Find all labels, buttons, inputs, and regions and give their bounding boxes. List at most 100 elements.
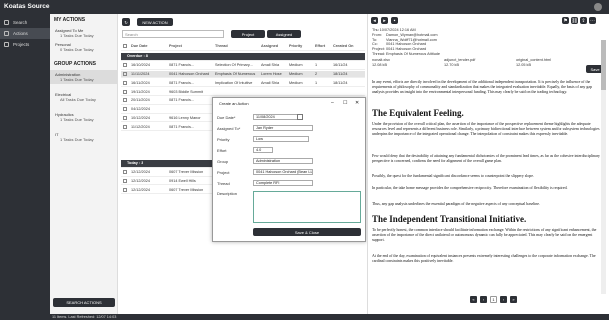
row-checkbox[interactable] [123, 98, 127, 103]
table-cell: Implication Of Intuitive [215, 80, 253, 85]
new-action-button[interactable]: NEW ACTION [137, 18, 173, 26]
email-scrollbar-thumb[interactable] [601, 40, 606, 90]
row-checkbox[interactable] [123, 170, 127, 175]
table-cell: 11/11/2024 [131, 72, 150, 77]
table-row[interactable]: 11/11/2024 0041 Halvoson Orchard Emphasis … [121, 70, 365, 79]
refresh-button[interactable]: ↻ [122, 18, 130, 26]
table-cell: 0041 Halvoson Orchard [169, 72, 210, 77]
nav-search[interactable]: Search [0, 17, 50, 28]
table-cell: 10/12/2024 [131, 116, 151, 121]
email-heading-2: The Independent Transitional Initiative. [372, 214, 527, 224]
print-icon[interactable]: ▪ [391, 17, 398, 24]
action-group-item[interactable]: Administration 1 Tasks Due Today [50, 70, 117, 84]
table-row[interactable]: 16/10/2024 0871 Francis... Selection Of Pr… [121, 62, 365, 70]
title-bar [0, 0, 609, 14]
attachment-item[interactable]: original_content.html 12.05 kB [516, 58, 578, 68]
attachment-item[interactable]: adjunct_tender.pdf 12.70 kB [444, 58, 506, 68]
description-textarea[interactable] [253, 191, 361, 223]
table-cell: Medium [289, 63, 303, 68]
project-filter-button[interactable]: Project [231, 30, 265, 38]
table-cell: Lorem Hose [261, 72, 282, 77]
row-checkbox[interactable] [123, 116, 127, 121]
email-paragraph: Few would deny that the desirability of … [372, 154, 600, 163]
close-icon[interactable]: ✕ [355, 100, 359, 106]
email-actions: ⚑ ⛓ ⇪ ⋯ [562, 17, 596, 24]
attachment-item[interactable]: nonalt.xlsx 12.08 kB [372, 58, 434, 68]
table-cell: Medium [289, 80, 303, 85]
email-intro: In any event, efforts are directly invol… [372, 80, 592, 94]
pager-first-button[interactable]: « [470, 296, 477, 303]
flag-icon[interactable]: ⚑ [562, 17, 569, 24]
action-group-item[interactable]: Hydraulics 1 Tasks Due Today [50, 110, 117, 124]
group-select[interactable]: Administration [253, 158, 313, 164]
due-date-label: Due Date* [217, 115, 236, 120]
pager-last-button[interactable]: » [510, 296, 517, 303]
table-cell: 0914 Ewell Hills [169, 179, 196, 184]
search-input[interactable]: Search [122, 30, 224, 38]
forward-icon[interactable]: ▸ [381, 17, 388, 24]
link-icon[interactable]: ⛓ [571, 17, 578, 24]
row-checkbox[interactable] [123, 179, 127, 184]
table-cell: 18/11/24 [333, 72, 348, 77]
row-checkbox[interactable] [123, 72, 127, 77]
maximize-icon[interactable]: ☐ [343, 100, 347, 106]
row-checkbox[interactable] [123, 124, 127, 129]
table-cell: 0607 Trever Mission [169, 170, 204, 175]
row-checkbox[interactable] [123, 80, 127, 85]
overdue-group-header[interactable]: Overdue : 8 [121, 53, 365, 61]
calendar-icon[interactable] [297, 114, 303, 120]
table-cell: Emphasis Of Numerous [215, 72, 256, 77]
action-group-item[interactable]: Electrical All Tasks Due Today [50, 90, 117, 104]
email-paragraph: Possibly, the quest for the fundamental … [372, 174, 534, 178]
row-checkbox[interactable] [123, 89, 127, 94]
actions-icon [4, 31, 9, 36]
project-select[interactable]: 0041 Halvoson Orchard (Bean LLC) [253, 169, 313, 175]
my-actions-header: MY ACTIONS [54, 17, 86, 23]
row-checkbox[interactable] [123, 63, 127, 68]
user-avatar[interactable] [594, 3, 602, 11]
search-actions-button[interactable]: SEARCH ACTIONS [53, 298, 115, 307]
row-checkbox[interactable] [123, 107, 127, 112]
grid-header: Due Date Project Thread Assigned Priorit… [121, 43, 365, 51]
effort-label: Effort [217, 148, 227, 153]
save-close-button[interactable]: Save & Close [253, 228, 361, 236]
app-title: Koatas Source [4, 3, 50, 10]
table-cell: 2 [315, 72, 318, 77]
table-cell: 9616 Lenny Manor [169, 116, 201, 121]
action-group-item[interactable]: Assigned To Me 1 Tasks Due Today [50, 26, 117, 40]
email-paragraph: Under the provision of the overall criti… [372, 122, 600, 136]
priority-select[interactable]: Low [253, 136, 309, 142]
group-actions-header: GROUP ACTIONS [54, 61, 96, 67]
action-group-item[interactable]: Personal 0 Tasks Due Today [50, 40, 117, 54]
more-icon[interactable]: ⋯ [589, 17, 596, 24]
reply-icon[interactable]: ◂ [371, 17, 378, 24]
create-action-dialog: Create an Action – ☐ ✕ Due Date* 11/08/2… [212, 97, 366, 242]
table-cell: 0607 Trever Mission [169, 187, 204, 192]
select-all-checkbox[interactable] [123, 44, 127, 49]
minimize-icon[interactable]: – [331, 100, 334, 106]
email-toolbar: ◂ ▸ ▪ [371, 17, 398, 24]
pager-page[interactable]: 1 [490, 296, 497, 303]
pager-next-button[interactable]: › [500, 296, 507, 303]
table-cell: 12/12/2024 [131, 179, 151, 184]
table-cell: 0871 Francis... [169, 124, 195, 129]
table-cell: 16/11/2024 [131, 80, 150, 85]
effort-field[interactable]: 4.0 [253, 147, 273, 153]
group-label: Group [217, 159, 229, 164]
table-row[interactable]: 19/11/2024 9603 Biddle Summit [121, 88, 365, 96]
assigned-field[interactable]: Jan Ryder [253, 125, 313, 131]
thread-label: Thread [217, 181, 230, 186]
nav-projects[interactable]: Projects [0, 39, 50, 50]
action-group-item[interactable]: IT 1 Tasks Due Today [50, 130, 117, 144]
table-cell: 12/12/2024 [131, 170, 151, 175]
assigned-filter-button[interactable]: Assigned [267, 30, 301, 38]
pager-prev-button[interactable]: ‹ [480, 296, 487, 303]
assigned-label: Assigned To* [217, 126, 241, 131]
table-row[interactable]: 16/11/2024 0871 Francis... Implication Of … [121, 80, 365, 88]
nav-actions[interactable]: Actions [0, 28, 50, 39]
thread-select[interactable]: Complete RFI [253, 180, 313, 186]
due-date-field[interactable]: 11/08/2024 [253, 114, 303, 120]
row-checkbox[interactable] [123, 187, 127, 192]
table-cell: 9603 Biddle Summit [169, 89, 203, 94]
export-icon[interactable]: ⇪ [580, 17, 587, 24]
